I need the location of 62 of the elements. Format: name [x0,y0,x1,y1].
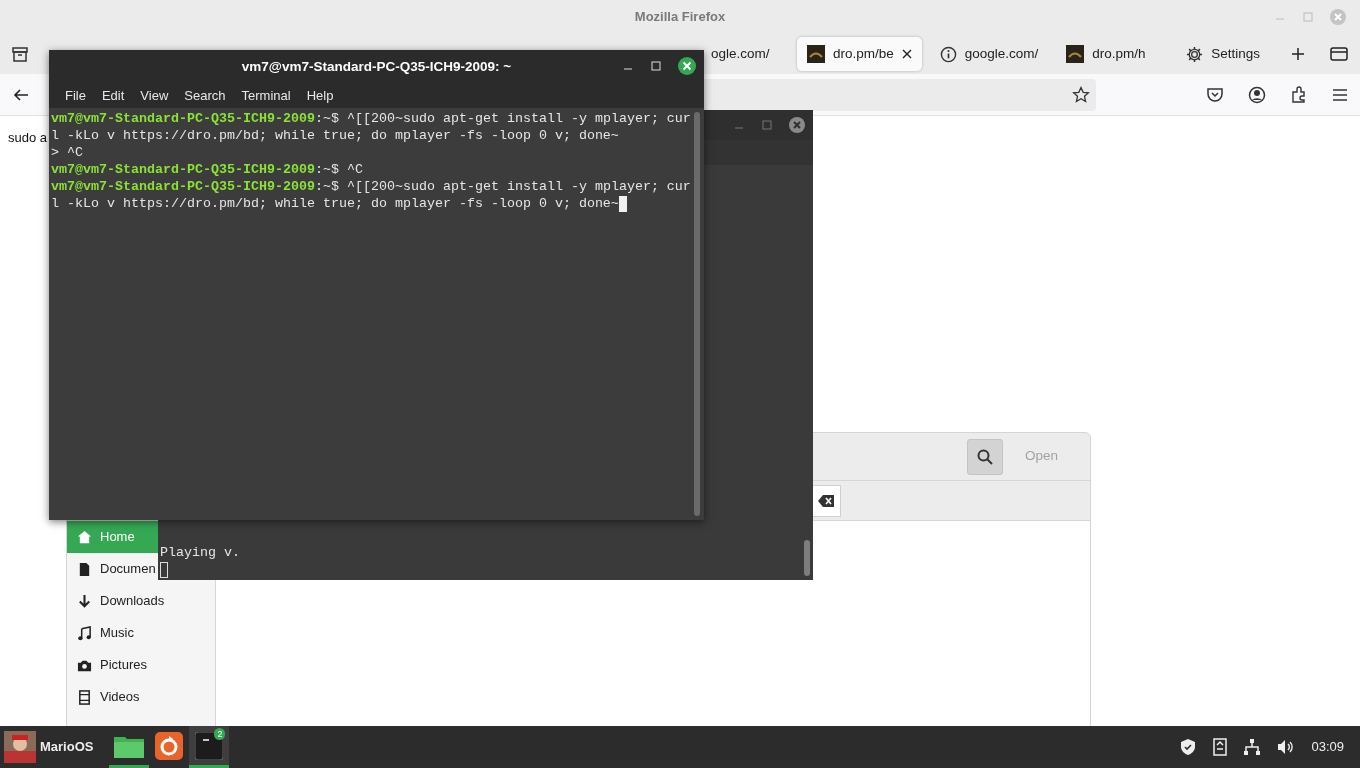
sidebar-item[interactable]: Music [67,617,159,649]
scrollbar-thumb[interactable] [804,540,810,576]
terminal-line: l -kLo v https://dro.pm/bd; while true; do mplayer -fs -loop 0 v; done~ [51,127,619,144]
terminal-line: l -kLo v https://dro.pm/bd; while true; do mplayer -fs -loop 0 v; done~ [51,195,619,212]
browser-icon [155,731,184,760]
sidebar-item[interactable]: Documen [67,553,160,585]
menu-item[interactable]: Edit [93,86,133,106]
browser-tab[interactable]: dro.pm/h [1056,37,1169,71]
avatar-icon[interactable] [4,731,36,763]
window-title: vm7@vm7-Standard-PC-Q35-ICH9-2009: ~ [241,57,512,76]
terminal-output: Playing v. [160,544,241,561]
menu-item[interactable]: View [132,86,177,106]
search-button[interactable] [966,438,1003,475]
pocket-icon[interactable] [1206,85,1224,104]
menu-item[interactable]: Search [176,86,234,106]
new-tab-icon[interactable] [1290,46,1306,62]
window-title: Mozilla Firefox [634,8,726,27]
menu-icon[interactable] [1332,87,1348,102]
browser-tab[interactable]: dro.pm/be [797,37,922,71]
extensions-icon[interactable] [1290,85,1308,104]
network-icon[interactable] [1243,738,1262,756]
menu-item[interactable]: Terminal [233,86,299,106]
browser-tab[interactable]: Settings [1176,37,1271,71]
account-icon[interactable] [1248,85,1266,104]
window-count-badge: 2 [214,728,226,740]
backspace-icon [818,494,834,507]
page-text: sudo a [8,130,48,145]
menu-label[interactable]: MarioOS [40,737,94,757]
back-icon[interactable] [12,86,30,103]
menu-item[interactable]: File [57,86,94,106]
info-icon [939,45,957,63]
home-icon [77,529,92,545]
star-icon[interactable] [1072,85,1090,104]
menu-item[interactable]: Help [298,86,342,106]
clear-path-button[interactable] [811,484,841,517]
download-icon [77,593,92,609]
close-icon[interactable] [678,57,696,75]
favicon-icon [807,45,825,63]
shield-icon[interactable] [1179,738,1198,756]
terminal-icon [195,731,224,760]
tab-overview-icon[interactable] [11,45,29,63]
terminal-line: vm7@vm7-Standard-PC-Q35-ICH9-2009:~$ ^[[200~sudo apt-get install -y mplayer; cur [51,110,691,127]
tab-list-icon[interactable] [1330,46,1348,62]
notes-icon[interactable] [1213,738,1228,756]
browser-tab[interactable]: google.com/ [929,37,1049,71]
terminal-line: vm7@vm7-Standard-PC-Q35-ICH9-2009:~$ ^[[200~sudo apt-get install -y mplayer; cur [51,178,691,195]
sidebar-item[interactable]: Videos [67,681,159,713]
sidebar-item[interactable]: Pictures [67,649,159,681]
favicon-icon [1066,45,1085,63]
close-tab-icon[interactable] [901,49,912,59]
film-icon [77,689,92,705]
browser-tab[interactable]: ogle.com/ [701,37,789,71]
scrollbar-thumb[interactable] [694,112,700,516]
music-icon [77,625,92,641]
sidebar-item[interactable]: Downloads [67,585,169,617]
clock[interactable]: 03:09 [1311,737,1344,757]
gear-icon [1186,45,1204,63]
terminal-line: > ^C [51,144,83,161]
search-icon [976,448,993,465]
volume-icon[interactable] [1277,739,1296,755]
document-icon [77,561,92,577]
terminal-line: vm7@vm7-Standard-PC-Q35-ICH9-2009:~$ ^C [51,161,363,178]
